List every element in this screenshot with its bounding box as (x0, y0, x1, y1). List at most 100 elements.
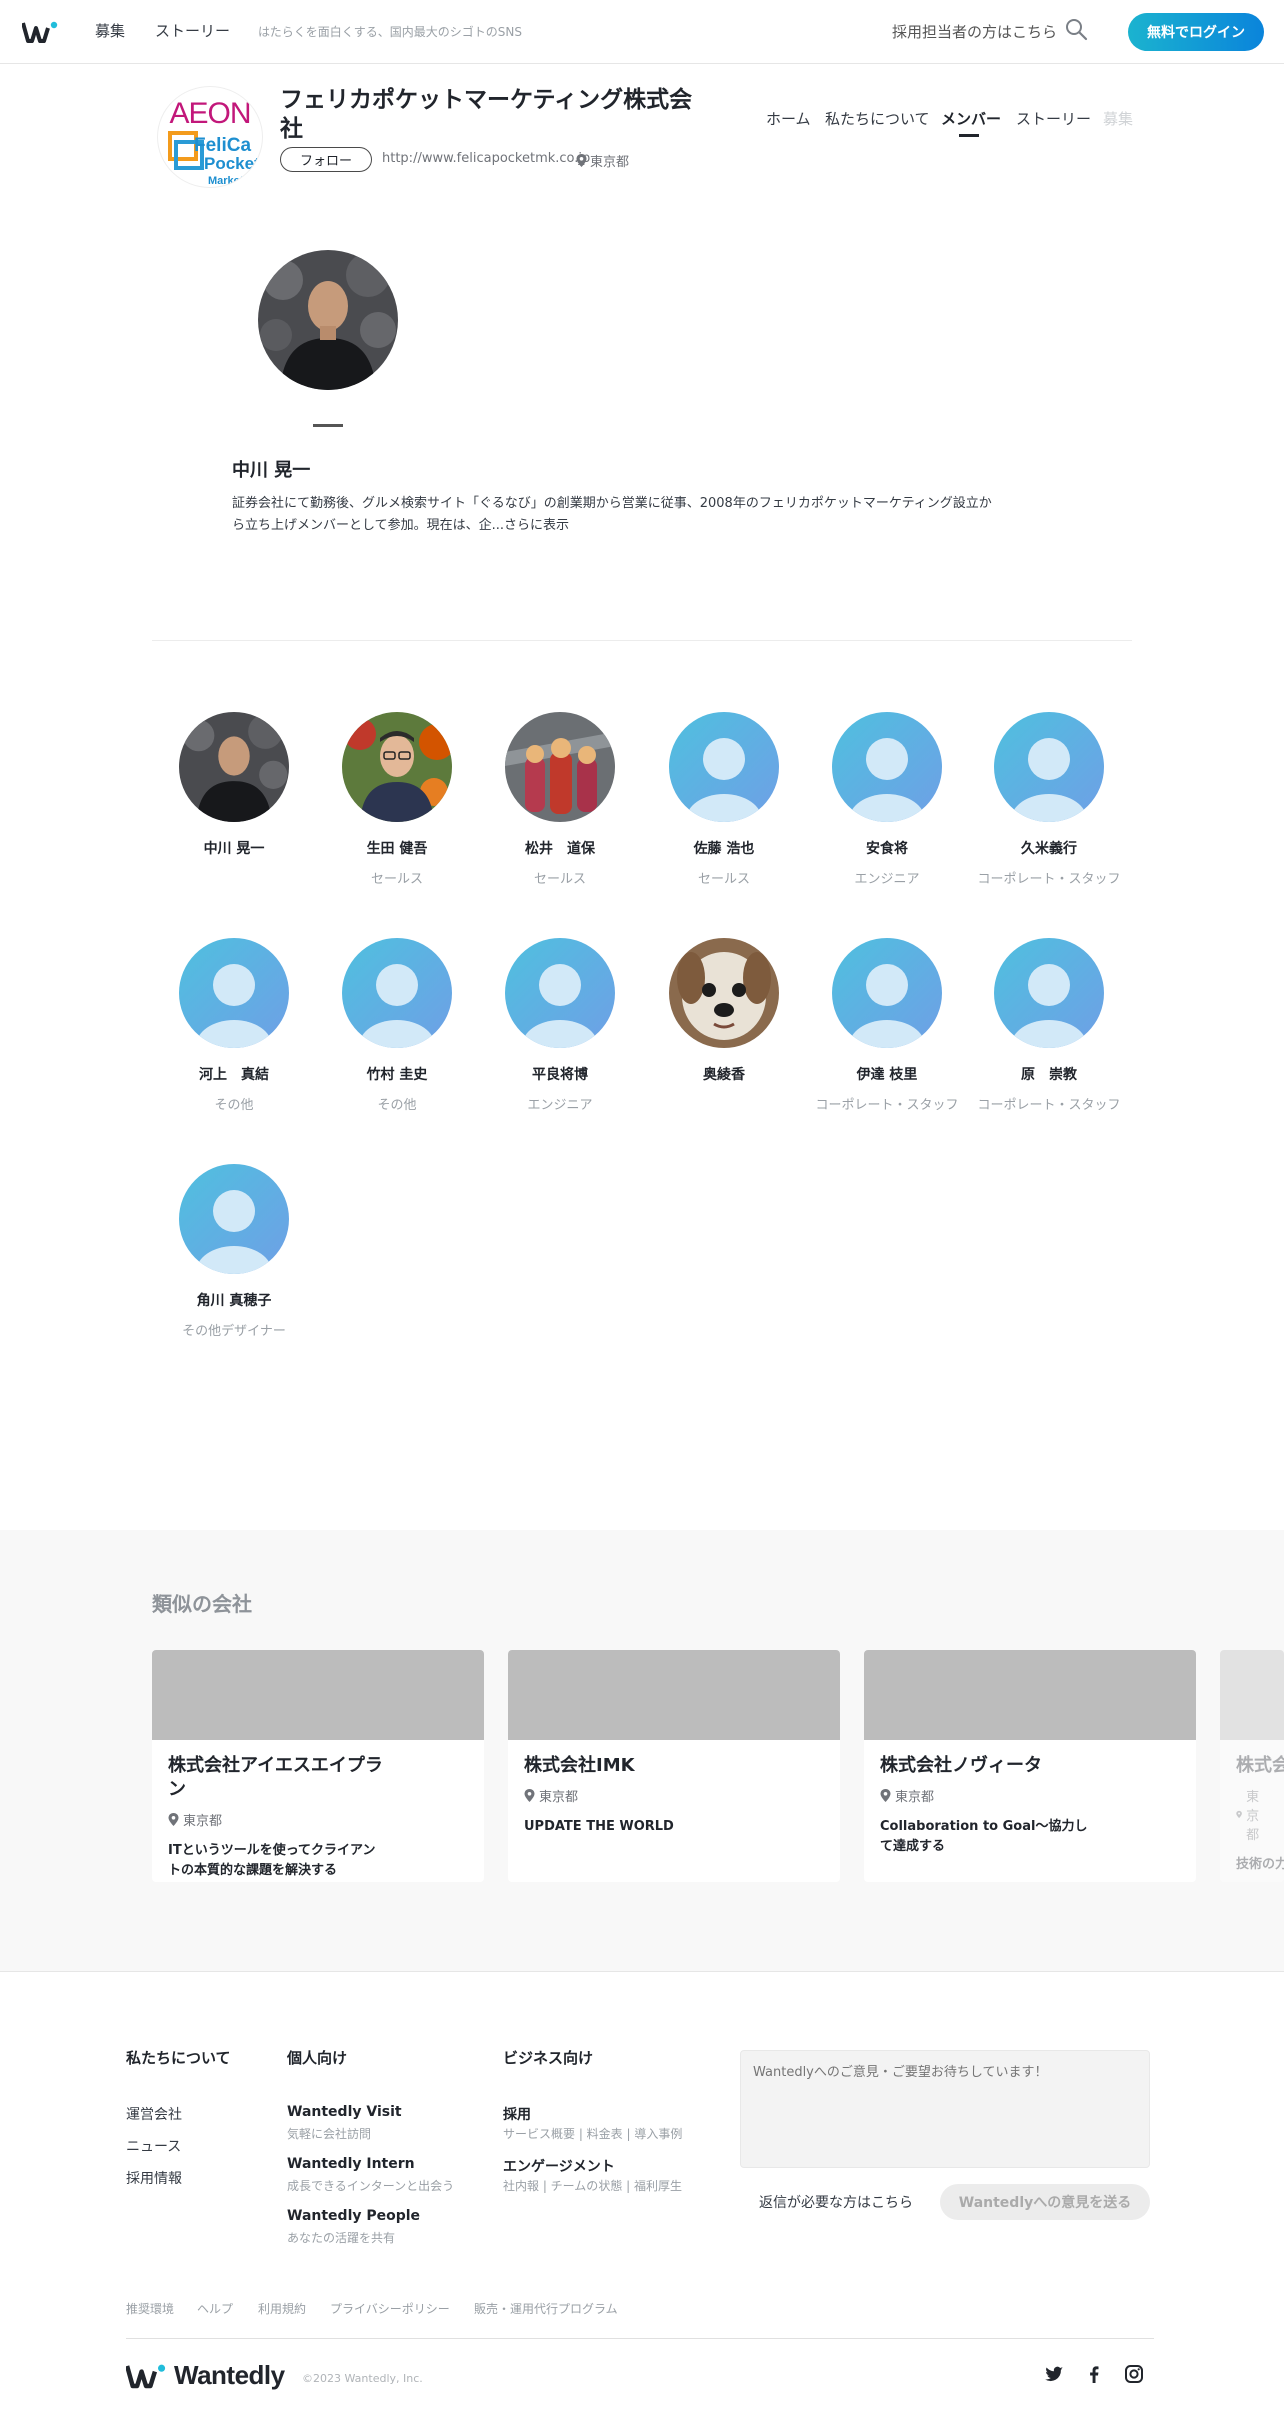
member-name[interactable]: 生田 健吾 (320, 838, 474, 858)
similar-company-card[interactable]: 株式会社アイエスエイプラン 東京都 ITというツールを使ってクライアントの本質的な課… (152, 1650, 484, 1882)
member-name[interactable]: 安食将 (810, 838, 964, 858)
member-name[interactable]: 角川 真穂子 (157, 1290, 311, 1310)
footer-link-careers[interactable]: 採用情報 (126, 2168, 182, 2188)
follow-button[interactable]: フォロー (280, 147, 372, 172)
similar-company-name[interactable]: 株式会社ノヴィータ (880, 1754, 1100, 1778)
member-card[interactable]: 生田 健吾 セールス (320, 712, 474, 887)
instagram-icon[interactable] (1124, 2364, 1144, 2384)
member-avatar[interactable] (669, 712, 779, 822)
tab-stories[interactable]: ストーリー (1016, 108, 1091, 129)
member-name[interactable]: 平良将博 (483, 1064, 637, 1084)
footer-recruiting[interactable]: 採用 (503, 2104, 531, 2124)
legal-link-environment[interactable]: 推奨環境 (126, 2300, 174, 2317)
member-card[interactable]: 佐藤 浩也 セールス (647, 712, 801, 887)
show-more-link[interactable]: さらに表示 (504, 518, 569, 533)
location-pin-icon (524, 1789, 535, 1802)
member-avatar[interactable] (179, 938, 289, 1048)
member-avatar[interactable] (342, 712, 452, 822)
twitter-icon[interactable] (1044, 2364, 1064, 2384)
company-logo[interactable]: AEON FeliCa Pocket Marketing (158, 87, 262, 187)
member-avatar[interactable] (994, 938, 1104, 1048)
member-avatar[interactable] (342, 938, 452, 1048)
member-card[interactable]: 竹村 圭史 その他 (320, 938, 474, 1113)
search-icon[interactable] (1064, 17, 1090, 43)
member-card[interactable]: 伊達 枝里 コーポレート・スタッフ (810, 938, 964, 1113)
member-avatar[interactable] (832, 938, 942, 1048)
member-name[interactable]: 久米義行 (972, 838, 1126, 858)
similar-company-location-text: 東京都 (183, 1814, 223, 1829)
member-card[interactable]: 原 崇教 コーポレート・スタッフ (972, 938, 1126, 1113)
member-card[interactable]: 安食将 エンジニア (810, 712, 964, 887)
footer-wantedly-people[interactable]: Wantedly People (287, 2208, 420, 2224)
member-avatar[interactable] (179, 712, 289, 822)
footer-individual-heading: 個人向け (287, 2049, 348, 2067)
member-name[interactable]: 伊達 枝里 (810, 1064, 964, 1084)
similar-company-card[interactable]: 株式会社IMK 東京都 UPDATE THE WORLD (508, 1650, 840, 1882)
footer-link-news[interactable]: ニュース (126, 2136, 181, 2156)
member-name[interactable]: 奥綾香 (647, 1064, 801, 1084)
footer-link-company[interactable]: 運営会社 (126, 2104, 182, 2124)
location-pin-icon (168, 1813, 179, 1826)
similar-company-location: 東京都 (1236, 1786, 1268, 1843)
feedback-textarea[interactable] (740, 2050, 1150, 2168)
similar-company-name[interactable]: 株式会社 (1236, 1754, 1284, 1778)
similar-companies-title: 類似の会社 (152, 1592, 252, 1616)
footer-brand[interactable]: Wantedly (126, 2360, 285, 2391)
member-card[interactable]: 久米義行 コーポレート・スタッフ (972, 712, 1126, 887)
legal-link-terms[interactable]: 利用規約 (258, 2300, 306, 2317)
member-name[interactable]: 中川 晃一 (157, 838, 311, 858)
similar-company-description: Collaboration to Goal～協力して達成する (880, 1819, 1088, 1854)
member-name[interactable]: 原 崇教 (972, 1064, 1126, 1084)
footer-wantedly-visit[interactable]: Wantedly Visit (287, 2104, 402, 2120)
member-card[interactable]: 中川 晃一 (157, 712, 311, 868)
member-card[interactable]: 平良将博 エンジニア (483, 938, 637, 1113)
send-feedback-button[interactable]: Wantedlyへの意見を送る (940, 2184, 1150, 2220)
member-card[interactable]: 河上 真結 その他 (157, 938, 311, 1113)
member-card[interactable]: 角川 真穂子 その他デザイナー (157, 1164, 311, 1339)
recruiter-link[interactable]: 採用担当者の方はこちら (892, 21, 1057, 42)
company-name[interactable]: フェリカポケットマーケティング株式会社 (280, 86, 700, 144)
tab-home[interactable]: ホーム (766, 108, 811, 129)
footer-engagement[interactable]: エンゲージメント (503, 2156, 615, 2176)
member-name[interactable]: 佐藤 浩也 (647, 838, 801, 858)
similar-company-location-text: 東京都 (1246, 1790, 1260, 1843)
member-avatar[interactable] (179, 1164, 289, 1274)
member-avatar[interactable] (832, 712, 942, 822)
legal-link-agency[interactable]: 販売・運用代行プログラム (474, 2300, 618, 2317)
wantedly-logo-icon[interactable] (22, 20, 58, 44)
similar-company-name[interactable]: 株式会社アイエスエイプラン (168, 1754, 388, 1802)
legal-link-privacy[interactable]: プライバシーポリシー (330, 2300, 450, 2317)
tab-jobs[interactable]: 募集 (1103, 108, 1133, 129)
nav-stories[interactable]: ストーリー (155, 20, 230, 41)
facebook-icon[interactable] (1084, 2364, 1104, 2384)
nav-jobs[interactable]: 募集 (95, 20, 125, 41)
member-name[interactable]: 河上 真結 (157, 1064, 311, 1084)
location-pin-icon (880, 1789, 891, 1802)
member-avatar[interactable] (505, 712, 615, 822)
member-avatar[interactable] (505, 938, 615, 1048)
similar-company-location-text: 東京都 (895, 1790, 935, 1805)
login-button[interactable]: 無料でログイン (1128, 13, 1264, 51)
tab-about[interactable]: 私たちについて (825, 108, 930, 129)
footer-wantedly-intern[interactable]: Wantedly Intern (287, 2156, 415, 2172)
footer-recruiting-sub[interactable]: サービス概要 | 料金表 | 導入事例 (503, 2125, 682, 2142)
member-role: エンジニア (527, 1098, 593, 1113)
similar-company-location: 東京都 (168, 1810, 468, 1829)
member-name[interactable]: 松井 道保 (483, 838, 637, 858)
member-name[interactable]: 竹村 圭史 (320, 1064, 474, 1084)
featured-member-avatar[interactable] (258, 250, 398, 390)
featured-member-name[interactable]: 中川 晃一 (232, 456, 310, 482)
member-card[interactable]: 松井 道保 セールス (483, 712, 637, 887)
similar-company-card[interactable]: 株式会社ノヴィータ東京都 Collaboration to Goal～協力して達成… (864, 1650, 1196, 1882)
similar-company-name[interactable]: 株式会社IMK (524, 1754, 744, 1778)
footer-wantedly-visit-sub: 気軽に会社訪問 (287, 2127, 372, 2141)
similar-company-card[interactable]: 株式会社東京都技術の力で社会に貢献したい (1220, 1650, 1284, 1882)
member-avatar[interactable] (994, 712, 1104, 822)
member-avatar[interactable] (669, 938, 779, 1048)
tab-members[interactable]: メンバー (941, 108, 1001, 129)
reply-required-link[interactable]: 返信が必要な方はこちら (759, 2192, 913, 2212)
footer-engagement-sub[interactable]: 社内報 | チームの状態 | 福利厚生 (503, 2177, 682, 2194)
member-card[interactable]: 奥綾香 (647, 938, 801, 1094)
legal-link-help[interactable]: ヘルプ (197, 2300, 233, 2317)
company-url-link[interactable]: http://www.felicapocketmk.co.jp (382, 151, 590, 166)
